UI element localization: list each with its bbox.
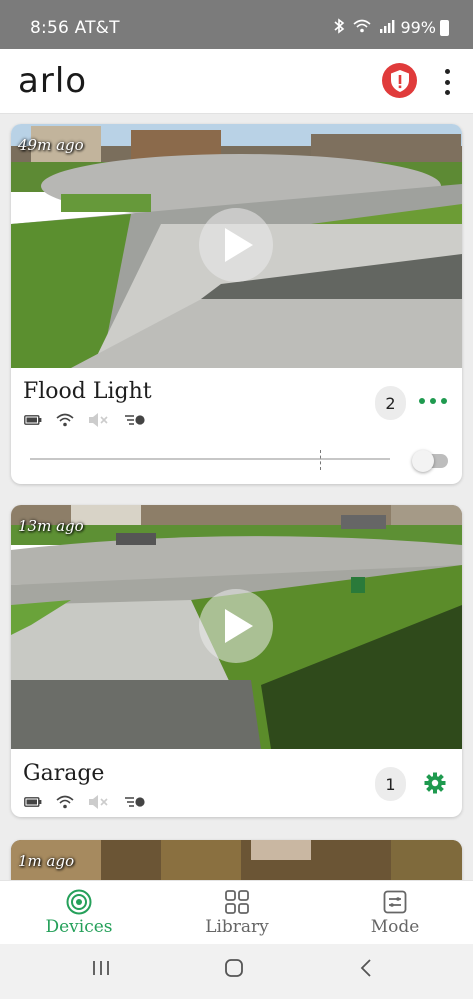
devices-icon	[66, 889, 92, 915]
battery-status: 99%	[400, 18, 449, 37]
wifi-icon	[56, 413, 74, 427]
app-header: arlo	[0, 49, 473, 114]
device-card-garage: 13m ago Garage 1	[11, 505, 462, 817]
motion-icon	[125, 415, 145, 425]
status-icons	[333, 18, 395, 34]
nav-devices[interactable]: Devices	[0, 881, 158, 945]
battery-icon	[24, 797, 42, 807]
recents-icon[interactable]	[91, 958, 111, 982]
back-icon[interactable]	[358, 958, 374, 982]
device-name: Garage	[23, 761, 105, 786]
bottom-navigation: Devices Library Mode	[0, 880, 473, 944]
battery-icon	[24, 415, 42, 425]
nav-label: Mode	[370, 917, 420, 937]
device-status-icons	[24, 794, 146, 810]
nav-mode[interactable]: Mode	[316, 881, 473, 945]
device-count-badge[interactable]: 1	[375, 767, 406, 801]
battery-percent: 99%	[400, 18, 436, 37]
nav-label: Library	[205, 917, 269, 937]
arlo-logo: arlo	[18, 61, 88, 101]
wifi-icon	[56, 795, 74, 809]
motion-icon	[125, 797, 145, 807]
bluetooth-icon	[334, 18, 345, 34]
play-icon[interactable]	[199, 589, 273, 663]
device-card-flood-light: 49m ago Flood Light 2	[11, 124, 462, 484]
camera-thumbnail[interactable]: 49m ago	[11, 124, 462, 368]
light-toggle[interactable]	[412, 449, 448, 472]
wifi-icon	[353, 19, 371, 33]
home-icon[interactable]	[224, 958, 244, 982]
status-time: 8:56 AT&T	[30, 18, 120, 38]
nav-label: Devices	[45, 917, 113, 937]
library-icon	[225, 889, 249, 915]
mode-icon	[383, 889, 407, 915]
system-navigation-bar	[0, 944, 473, 999]
device-name: Flood Light	[23, 379, 152, 404]
light-brightness-slider[interactable]	[30, 458, 390, 460]
more-horizontal-icon[interactable]	[419, 398, 447, 404]
speaker-muted-icon	[89, 413, 108, 427]
speaker-muted-icon	[89, 795, 108, 809]
slider-marker	[320, 450, 321, 470]
signal-icon	[380, 20, 395, 33]
camera-thumbnail[interactable]: 13m ago	[11, 505, 462, 749]
thumbnail-age: 49m ago	[18, 136, 84, 154]
status-bar: 8:56 AT&T 99%	[0, 0, 473, 49]
play-icon[interactable]	[199, 208, 273, 282]
device-status-icons	[24, 412, 146, 428]
nav-library[interactable]: Library	[158, 881, 316, 945]
thumbnail-age: 1m ago	[18, 852, 75, 870]
battery-icon	[440, 19, 449, 36]
more-vertical-icon[interactable]	[440, 69, 454, 95]
gear-icon[interactable]	[424, 772, 446, 798]
thumbnail-age: 13m ago	[18, 517, 84, 535]
shield-alert-icon[interactable]	[382, 63, 417, 98]
device-count-badge[interactable]: 2	[375, 386, 406, 420]
